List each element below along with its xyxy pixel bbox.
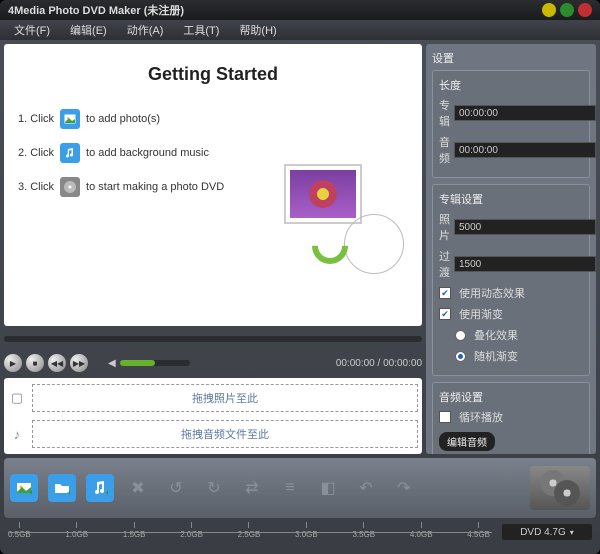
length-group: 长度 专辑 音频 [432,70,590,178]
album-settings-group: 专辑设置 照片 毫秒 ♪ 过渡 毫秒 ✔使用动态效果 [432,184,590,376]
menu-edit[interactable]: 编辑(E) [60,22,117,38]
volume-slider[interactable] [120,360,190,366]
burn-button[interactable] [530,466,590,510]
effect-button[interactable]: ◧ [314,474,342,502]
settings-title: 设置 [432,50,590,66]
preview-artwork [284,164,404,274]
volume-icon: ◀ [108,358,116,369]
photo-track-icon: ▢ [8,390,26,406]
undo-button[interactable]: ↶ [352,474,380,502]
menu-action[interactable]: 动作(A) [117,22,174,38]
maximize-icon[interactable] [560,3,574,17]
audio-length-input[interactable] [454,142,596,158]
edit-audio-button[interactable]: 编辑音频 [439,432,495,451]
shuffle-button[interactable]: ⇄ [238,474,266,502]
photo-duration-input[interactable] [454,219,596,235]
seek-slider[interactable] [4,336,422,342]
svg-text:+: + [67,488,70,496]
menu-tools[interactable]: 工具(T) [173,22,229,38]
app-title: 4Media Photo DVD Maker (未注册) [8,2,184,18]
disc-size-scale: 0.5GB 1.0GB 1.5GB 2.0GB 2.5GB 3.0GB 3.5G… [0,518,600,546]
add-folder-button[interactable]: + [48,474,76,502]
album-length-input[interactable] [454,105,596,121]
prev-button[interactable]: ◀◀ [48,354,66,372]
app-window: 4Media Photo DVD Maker (未注册) 文件(F) 编辑(E)… [0,0,600,554]
close-icon[interactable] [578,3,592,17]
next-button[interactable]: ▶▶ [70,354,88,372]
add-music-icon [60,143,80,163]
minimize-icon[interactable] [542,3,556,17]
menubar: 文件(F) 编辑(E) 动作(A) 工具(T) 帮助(H) [0,20,600,40]
audio-drop-zone[interactable]: 拖拽音频文件至此 [32,420,418,448]
titlebar: 4Media Photo DVD Maker (未注册) [0,0,600,20]
audio-settings-group: 音频设置 循环播放 编辑音频 [432,382,590,454]
step-2: 2. Click to add background music [18,143,422,163]
rotate-cw-button[interactable]: ↻ [200,474,228,502]
time-display: 00:00:00 / 00:00:00 [336,358,422,369]
preview-heading: Getting Started [4,64,422,85]
audio-track-icon: ♪ [8,427,26,442]
redo-button[interactable]: ↷ [390,474,418,502]
use-motion-checkbox[interactable]: ✔使用动态效果 [439,285,583,301]
svg-text:+: + [29,488,32,496]
rotate-ccw-button[interactable]: ↺ [162,474,190,502]
step-1: 1. Click to add photo(s) [18,109,422,129]
menu-help[interactable]: 帮助(H) [229,22,286,38]
svg-text:+: + [105,488,108,496]
list-button[interactable]: ≡ [276,474,304,502]
menu-file[interactable]: 文件(F) [4,22,60,38]
photo-drop-zone[interactable]: 拖拽照片至此 [32,384,418,412]
transition-duration-input[interactable] [454,256,596,272]
settings-panel: 设置 长度 专辑 音频 专辑设置 照片 毫秒 [426,44,596,454]
loop-checkbox[interactable]: 循环播放 [439,409,583,425]
delete-button[interactable]: ✖ [124,474,152,502]
use-transition-checkbox[interactable]: ✔使用渐变 [439,306,583,322]
disc-type-dropdown[interactable]: DVD 4.7G [502,524,592,540]
play-button[interactable]: ▶ [4,354,22,372]
stop-button[interactable]: ■ [26,354,44,372]
add-audio-button[interactable]: + [86,474,114,502]
random-radio[interactable]: 随机渐变 [455,348,583,364]
bottom-toolbar: + + + ✖ ↺ ↻ ⇄ ≡ ◧ ↶ ↷ [4,458,596,518]
overlap-radio[interactable]: 叠化效果 [455,327,583,343]
add-photo-button[interactable]: + [10,474,38,502]
preview-area: Getting Started 1. Click to add photo(s)… [4,44,422,326]
make-dvd-icon [60,177,80,197]
add-photo-icon [60,109,80,129]
